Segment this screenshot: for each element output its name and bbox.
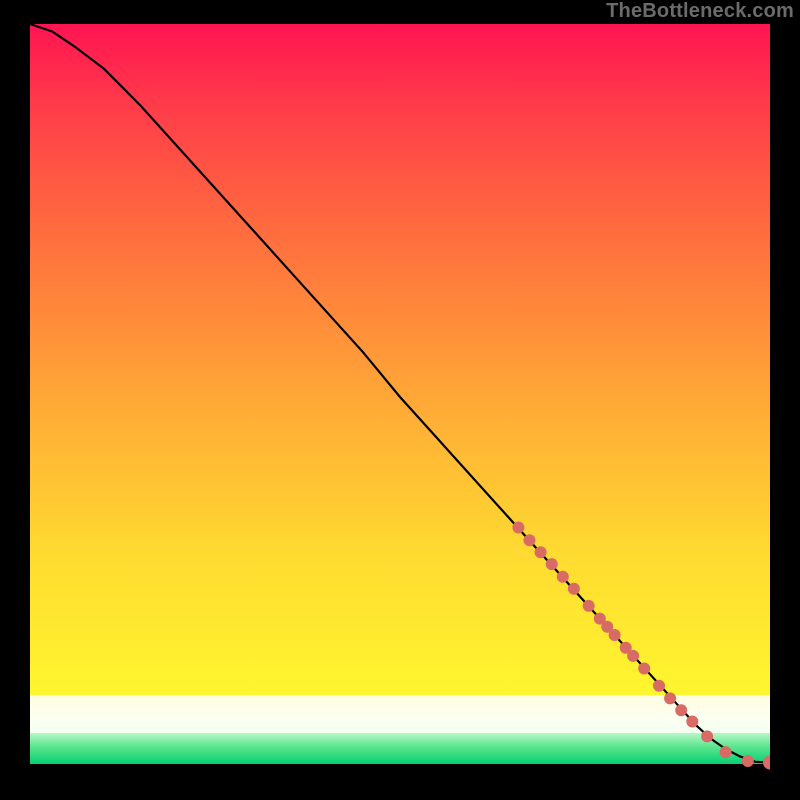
data-point <box>568 583 580 595</box>
data-point <box>701 730 713 742</box>
data-point <box>583 600 595 612</box>
data-point-markers <box>512 522 770 770</box>
plot-area <box>30 24 770 770</box>
data-point <box>638 663 650 675</box>
data-point <box>686 716 698 728</box>
data-point <box>546 558 558 570</box>
data-point <box>557 571 569 583</box>
data-point <box>675 704 687 716</box>
data-point <box>609 629 621 641</box>
data-point <box>720 746 732 758</box>
data-point <box>653 680 665 692</box>
data-point <box>763 756 770 770</box>
data-point <box>742 755 754 767</box>
data-point <box>535 546 547 558</box>
data-point <box>524 534 536 546</box>
chart-svg <box>30 24 770 770</box>
data-point <box>512 522 524 534</box>
data-point <box>627 650 639 662</box>
chart-container: TheBottleneck.com <box>0 0 800 800</box>
bottleneck-curve <box>30 24 770 763</box>
data-point <box>664 692 676 704</box>
watermark-text: TheBottleneck.com <box>606 0 794 23</box>
